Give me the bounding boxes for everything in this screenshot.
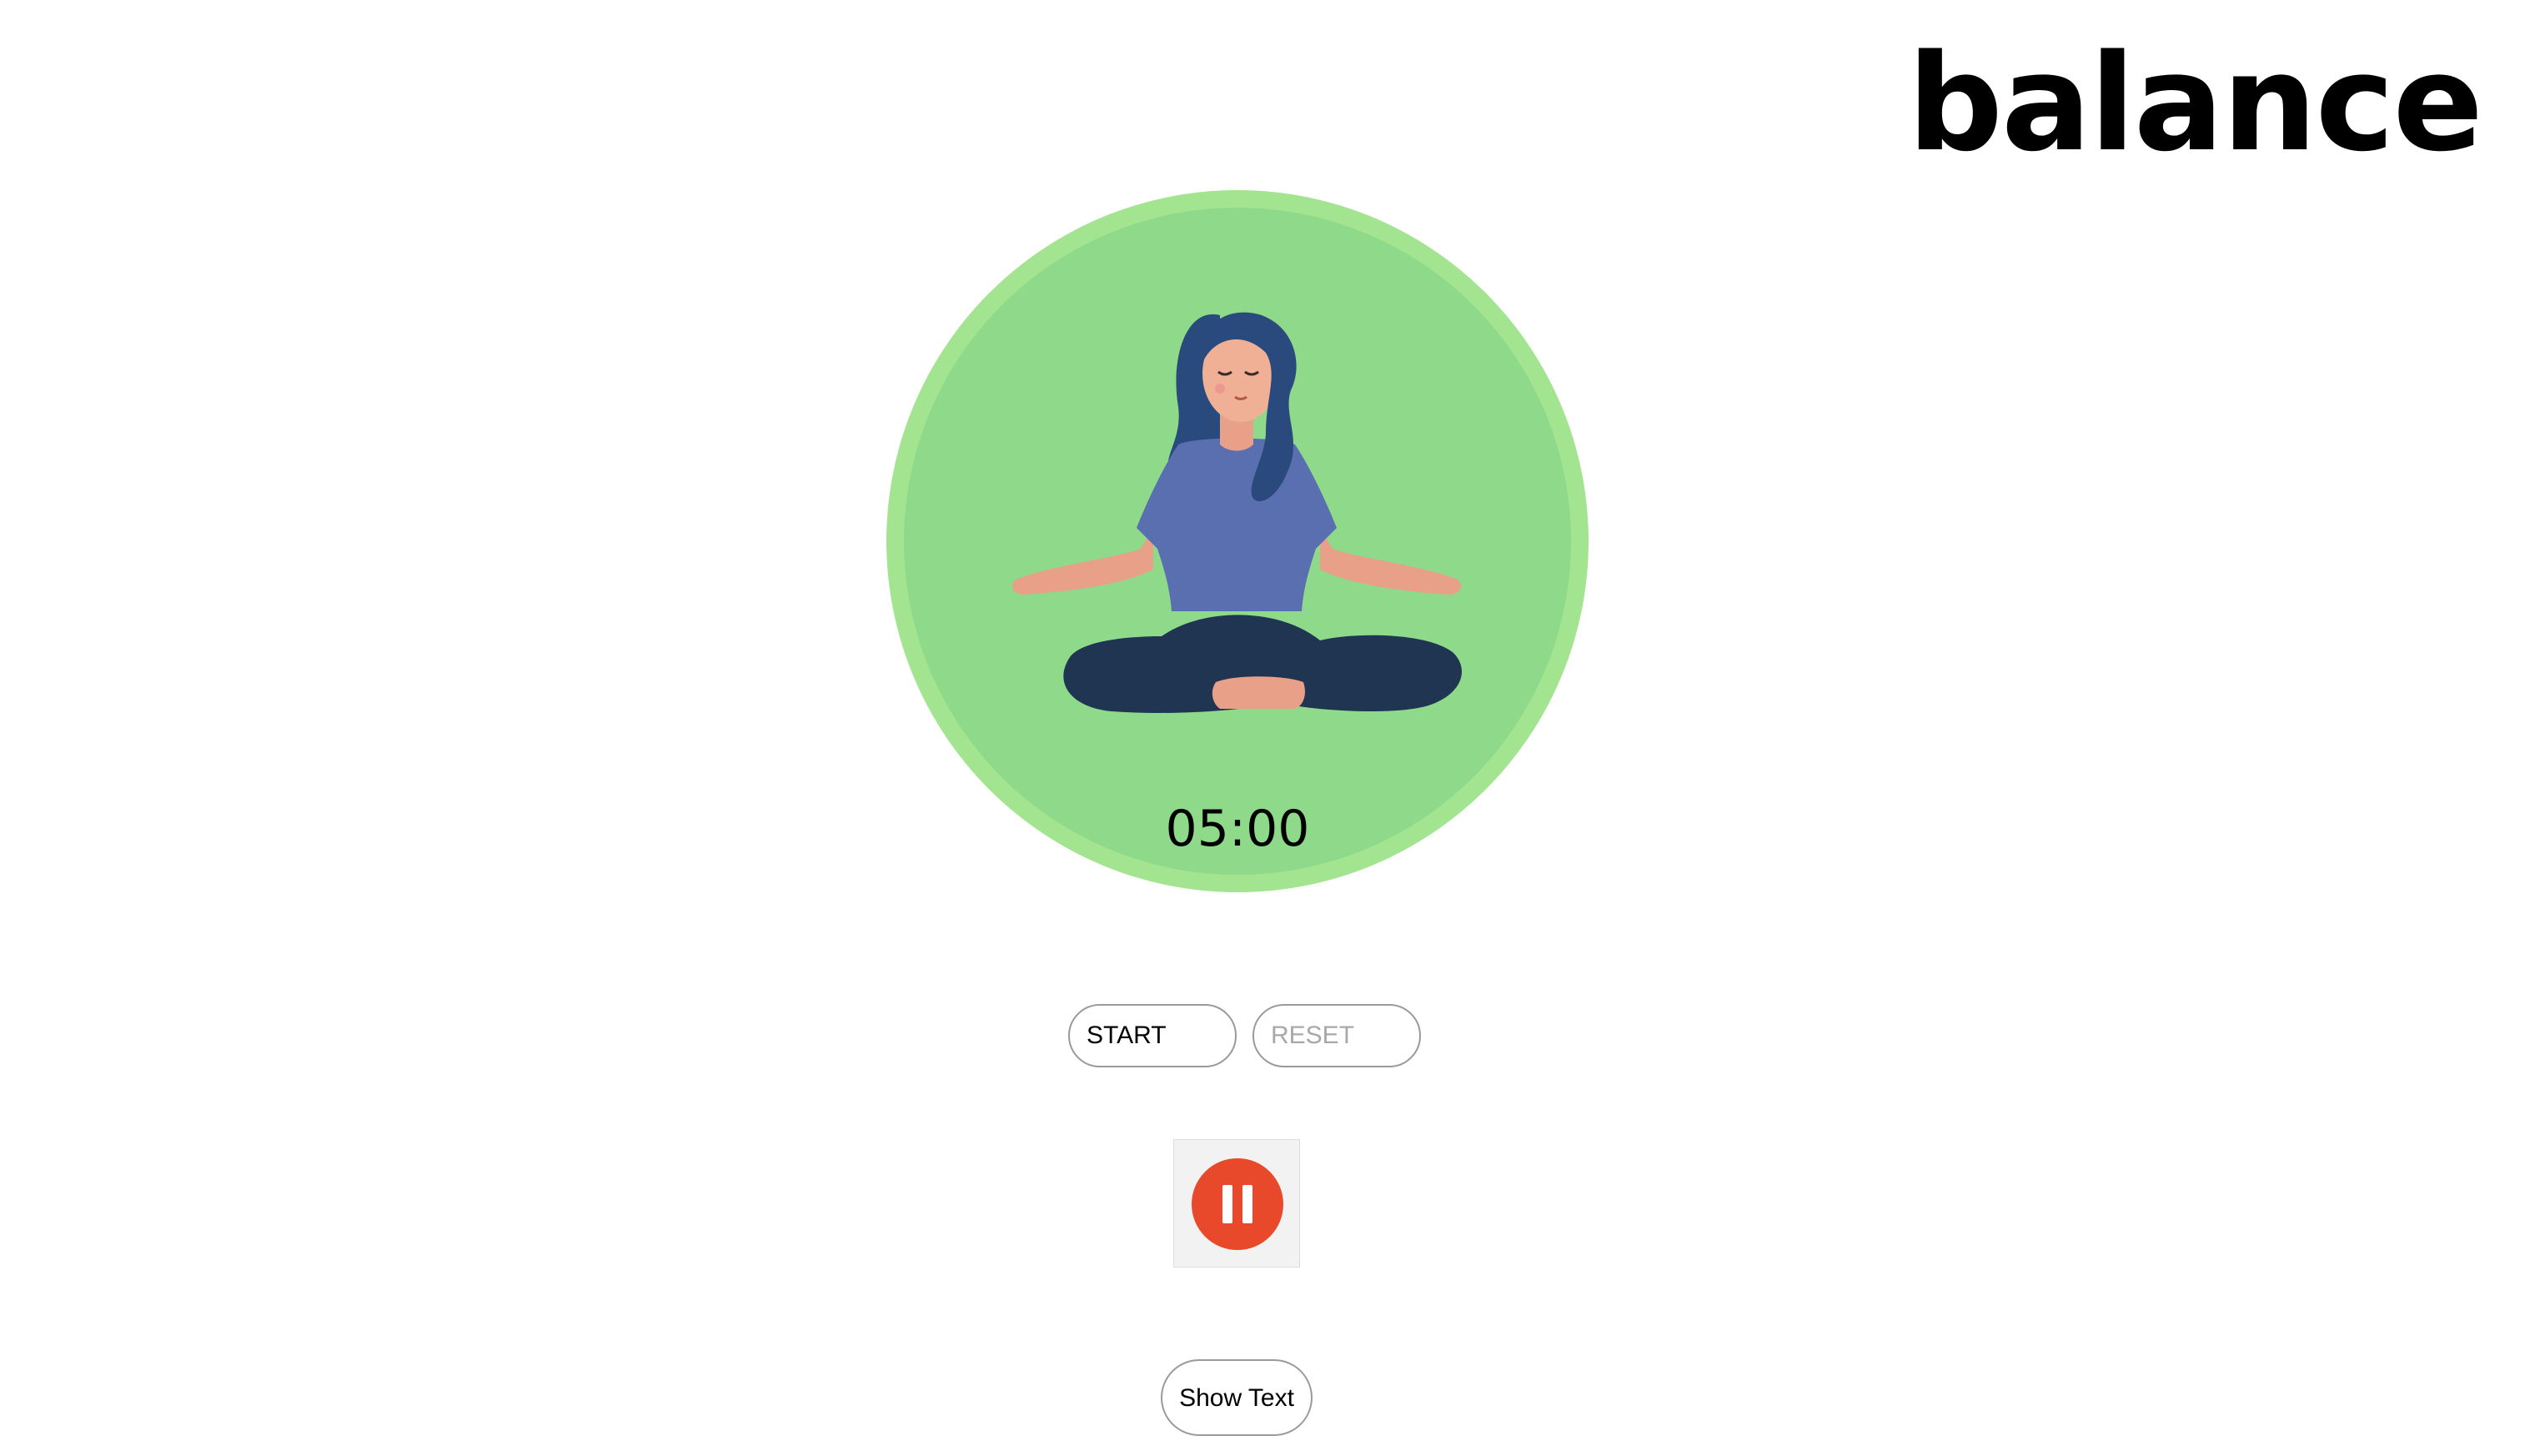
pause-icon [1192, 1158, 1283, 1250]
brand-logo-text: balance [1907, 25, 2483, 181]
countdown-timer: 05:00 [1165, 800, 1310, 858]
meditation-circle [886, 190, 1589, 892]
pause-button[interactable] [1173, 1139, 1300, 1268]
start-button[interactable]: START [1068, 1004, 1237, 1067]
show-text-button[interactable]: Show Text [1161, 1359, 1313, 1436]
reset-button[interactable]: RESET [1252, 1004, 1421, 1067]
